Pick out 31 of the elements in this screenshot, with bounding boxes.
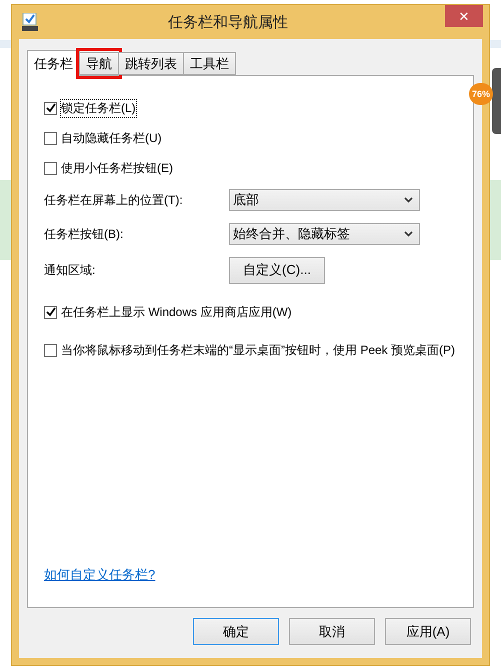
chevron-down-icon [404, 197, 413, 203]
field-label: 任务栏在屏幕上的位置(T): [44, 192, 184, 208]
meter-widget [492, 68, 501, 134]
checkbox[interactable] [44, 306, 57, 318]
taskbar-properties-icon [22, 13, 38, 31]
tab[interactable]: 任务栏 [27, 50, 80, 76]
field-label: 任务栏按钮(B): [44, 226, 124, 242]
window-title: 任务栏和导航属性 [168, 12, 288, 32]
checkbox[interactable] [44, 162, 57, 174]
checkbox-label: 使用小任务栏按钮(E) [61, 160, 173, 176]
checkbox-label: 在任务栏上显示 Windows 应用商店应用(W) [61, 304, 292, 320]
help-link[interactable]: 如何自定义任务栏? [44, 566, 457, 584]
checkbox[interactable] [44, 102, 57, 114]
checkbox-label: 自动隐藏任务栏(U) [61, 130, 162, 146]
close-button[interactable]: ✕ [445, 5, 483, 27]
customize-button[interactable]: 自定义(C)... [229, 256, 325, 284]
checkbox[interactable] [44, 132, 57, 144]
checkbox[interactable] [44, 344, 57, 356]
checkbox-label: 锁定任务栏(L) [61, 100, 136, 116]
dropdown[interactable]: 底部 [229, 189, 420, 211]
tab[interactable]: 工具栏 [183, 52, 236, 75]
field-label: 通知区域: [44, 262, 96, 278]
check-icon [46, 103, 56, 113]
dropdown[interactable]: 始终合并、隐藏标签 [229, 223, 420, 245]
dialog-button[interactable]: 取消 [289, 618, 375, 645]
tab[interactable]: 跳转列表 [118, 52, 184, 75]
dialog-button[interactable]: 应用(A) [385, 618, 471, 645]
checkbox-label: 当你将鼠标移动到任务栏末端的“显示桌面”按钮时，使用 Peek 预览桌面(P) [61, 342, 456, 358]
dialog-button[interactable]: 确定 [193, 618, 279, 645]
chevron-down-icon [404, 231, 413, 237]
check-icon [46, 307, 56, 317]
